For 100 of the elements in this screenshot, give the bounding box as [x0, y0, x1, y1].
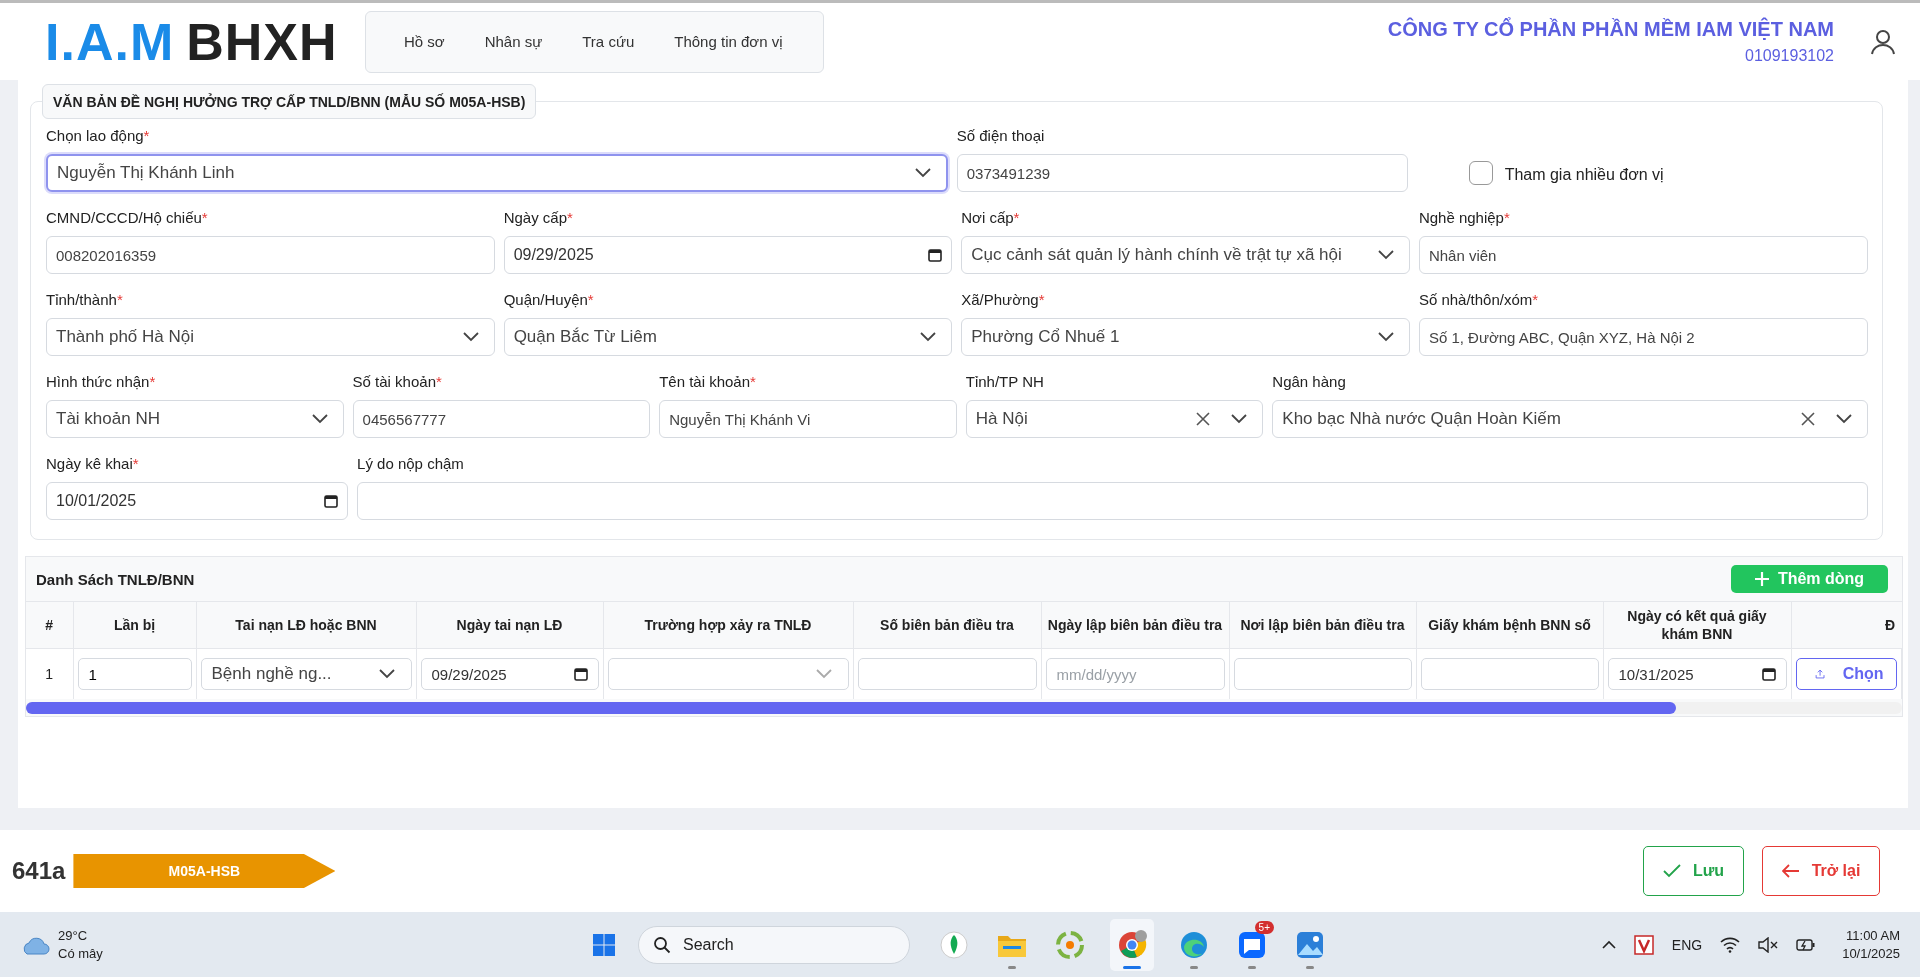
calendar-icon[interactable] [1761, 667, 1776, 681]
field-label: Quận/Huyện* [503, 291, 595, 310]
chat-app-icon[interactable] [1238, 930, 1266, 959]
field-label: Lý do nộp chậm [357, 455, 465, 474]
date-field[interactable]: 10/01/2025 [46, 482, 349, 520]
date-field[interactable]: 09/29/2025 [503, 236, 953, 274]
column-header: Số biên bản điều tra [880, 616, 1014, 633]
date-field[interactable]: 10/31/2025 [1607, 658, 1787, 690]
text-field[interactable]: 0373491239 [956, 154, 1408, 192]
column-header: # [45, 616, 54, 633]
column-header: Nơi lập biên bản điều tra [1240, 616, 1405, 633]
chevron-down-icon [311, 414, 328, 424]
field-label: Tỉnh/TP NH [965, 373, 1045, 392]
nav-link[interactable]: Thông tin đơn vị [654, 33, 803, 50]
check-icon [1662, 864, 1681, 878]
chevron-down-icon [462, 332, 479, 342]
select-field[interactable]: Kho bạc Nhà nước Quận Hoàn Kiếm [1272, 400, 1868, 438]
text-field[interactable]: Số 1, Đường ABC, Quận XYZ, Hà Nội 2 [1418, 318, 1868, 356]
photos-icon[interactable] [1296, 930, 1324, 959]
column-header: Trường hợp xảy ra TNLĐ [644, 616, 812, 633]
nav-link[interactable]: Tra cứu [562, 33, 655, 50]
calendar-icon[interactable] [928, 248, 943, 262]
text-field[interactable]: Nhân viên [1418, 236, 1868, 274]
table-input[interactable] [857, 658, 1037, 690]
language-indicator[interactable]: ENG [1671, 936, 1703, 953]
select-field[interactable]: Tài khoản NH [46, 400, 344, 438]
table-input[interactable] [1233, 658, 1412, 690]
field-label: Tỉnh/thành* [46, 291, 124, 310]
form-badge: M05A-HSB [73, 854, 336, 888]
clover-icon[interactable] [1056, 930, 1084, 959]
select-field[interactable]: Hà Nội [965, 400, 1264, 438]
column-header: Đ [1884, 616, 1895, 633]
field-label: Nghề nghiệp* [1418, 209, 1511, 228]
tax-code: 0109193102 [1745, 47, 1834, 65]
text-field[interactable]: 008202016359 [46, 236, 495, 274]
text-field[interactable]: Nguyễn Thị Khánh Vi [659, 400, 957, 438]
search-field[interactable]: Search [638, 925, 910, 964]
calendar-icon[interactable] [573, 667, 588, 681]
table-input[interactable]: 1 [77, 658, 192, 690]
calendar-icon[interactable] [324, 494, 339, 508]
select-field[interactable]: Phường Cổ Nhuế 1 [961, 318, 1410, 356]
column-header: Giấy khám bệnh BNN số [1428, 616, 1591, 633]
logo: I.A.M BHXH [45, 15, 339, 68]
clear-icon[interactable] [1799, 411, 1816, 427]
chevron-down-icon [1377, 250, 1394, 260]
leaf-icon[interactable] [940, 930, 968, 959]
notification-badge: 5+ [1254, 920, 1274, 934]
text-field[interactable]: 0456567777 [352, 400, 651, 438]
table-title: Danh Sách TNLĐ/BNN [36, 570, 195, 588]
select-field[interactable]: Quận Bắc Từ Liêm [503, 318, 953, 356]
start-icon[interactable] [592, 932, 616, 957]
select-field[interactable]: Nguyễn Thị Khánh Linh [46, 154, 948, 192]
plus-icon [1753, 571, 1770, 587]
column-header: Ngày lập biên bản điều tra [1047, 616, 1223, 633]
field-label: Hình thức nhận* [46, 373, 157, 392]
chevron-down-icon [815, 669, 832, 679]
column-header: Ngày có kết quả giấy khám BNN [1627, 607, 1767, 642]
checkbox[interactable] [1468, 161, 1493, 185]
select-field[interactable]: Thành phố Hà Nội [46, 318, 495, 356]
battery-icon[interactable] [1796, 936, 1817, 953]
clear-icon[interactable] [1195, 411, 1212, 427]
browser-icon[interactable] [1117, 929, 1147, 960]
chevron-down-icon [1377, 332, 1394, 342]
field-label: CMND/CCCD/Hộ chiếu* [46, 209, 209, 228]
back-button[interactable]: Trở lại [1762, 846, 1880, 896]
user-icon[interactable] [1870, 28, 1896, 55]
company-name: CÔNG TY CỔ PHẦN PHẦN MỀM IAM VIỆT NAM [1387, 18, 1834, 41]
field-label: Ngày kê khai* [46, 455, 140, 474]
chevron-down-icon [378, 669, 395, 679]
muted-speaker-icon[interactable] [1758, 936, 1779, 953]
nav-link[interactable]: Hồ sơ [386, 33, 465, 50]
text-field[interactable] [357, 482, 1868, 520]
wave-icon[interactable] [1180, 930, 1208, 959]
field-label: Số nhà/thôn/xóm* [1418, 291, 1540, 310]
field-label: Ngân hàng [1272, 373, 1347, 392]
form-title: VĂN BẢN ĐỀ NGHỊ HƯỞNG TRỢ CẤP TNLD/BNN (MẪU SỐ M05A-HSB) [42, 84, 537, 119]
field-label: Ngày cấp* [503, 209, 574, 228]
row-number: 1 [45, 666, 54, 682]
date-field[interactable]: 09/29/2025 [420, 658, 599, 690]
field-label: Xã/Phường* [961, 291, 1046, 310]
chevron-up-icon[interactable] [1601, 939, 1616, 950]
arrow-left-icon [1781, 864, 1800, 878]
column-header: Lần bị [113, 616, 156, 633]
temperature: 29°C [58, 928, 89, 943]
field-label: Nơi cấp* [961, 209, 1021, 228]
field-label: Tên tài khoản* [659, 373, 757, 392]
table-input[interactable] [1420, 658, 1599, 690]
chevron-down-icon [920, 332, 937, 342]
nav-link[interactable]: Nhân sự [464, 33, 563, 50]
clock[interactable]: 11:00 AM 10/1/2025 [1842, 928, 1900, 961]
chevron-down-icon [914, 168, 931, 178]
select-field[interactable]: Cục cảnh sát quản lý hành chính về trật tự xã hội [961, 236, 1410, 274]
column-header: Ngày tai nạn LĐ [456, 616, 563, 633]
table-select[interactable]: Bệnh nghề ng... [200, 658, 412, 690]
wifi-icon[interactable] [1720, 936, 1741, 953]
search-icon [653, 935, 671, 954]
chevron-down-icon [1231, 414, 1248, 424]
upload-button[interactable]: Chọn [1795, 658, 1897, 690]
app-tray-icon[interactable] [1633, 934, 1654, 955]
field-label: Số tài khoản* [352, 373, 443, 392]
